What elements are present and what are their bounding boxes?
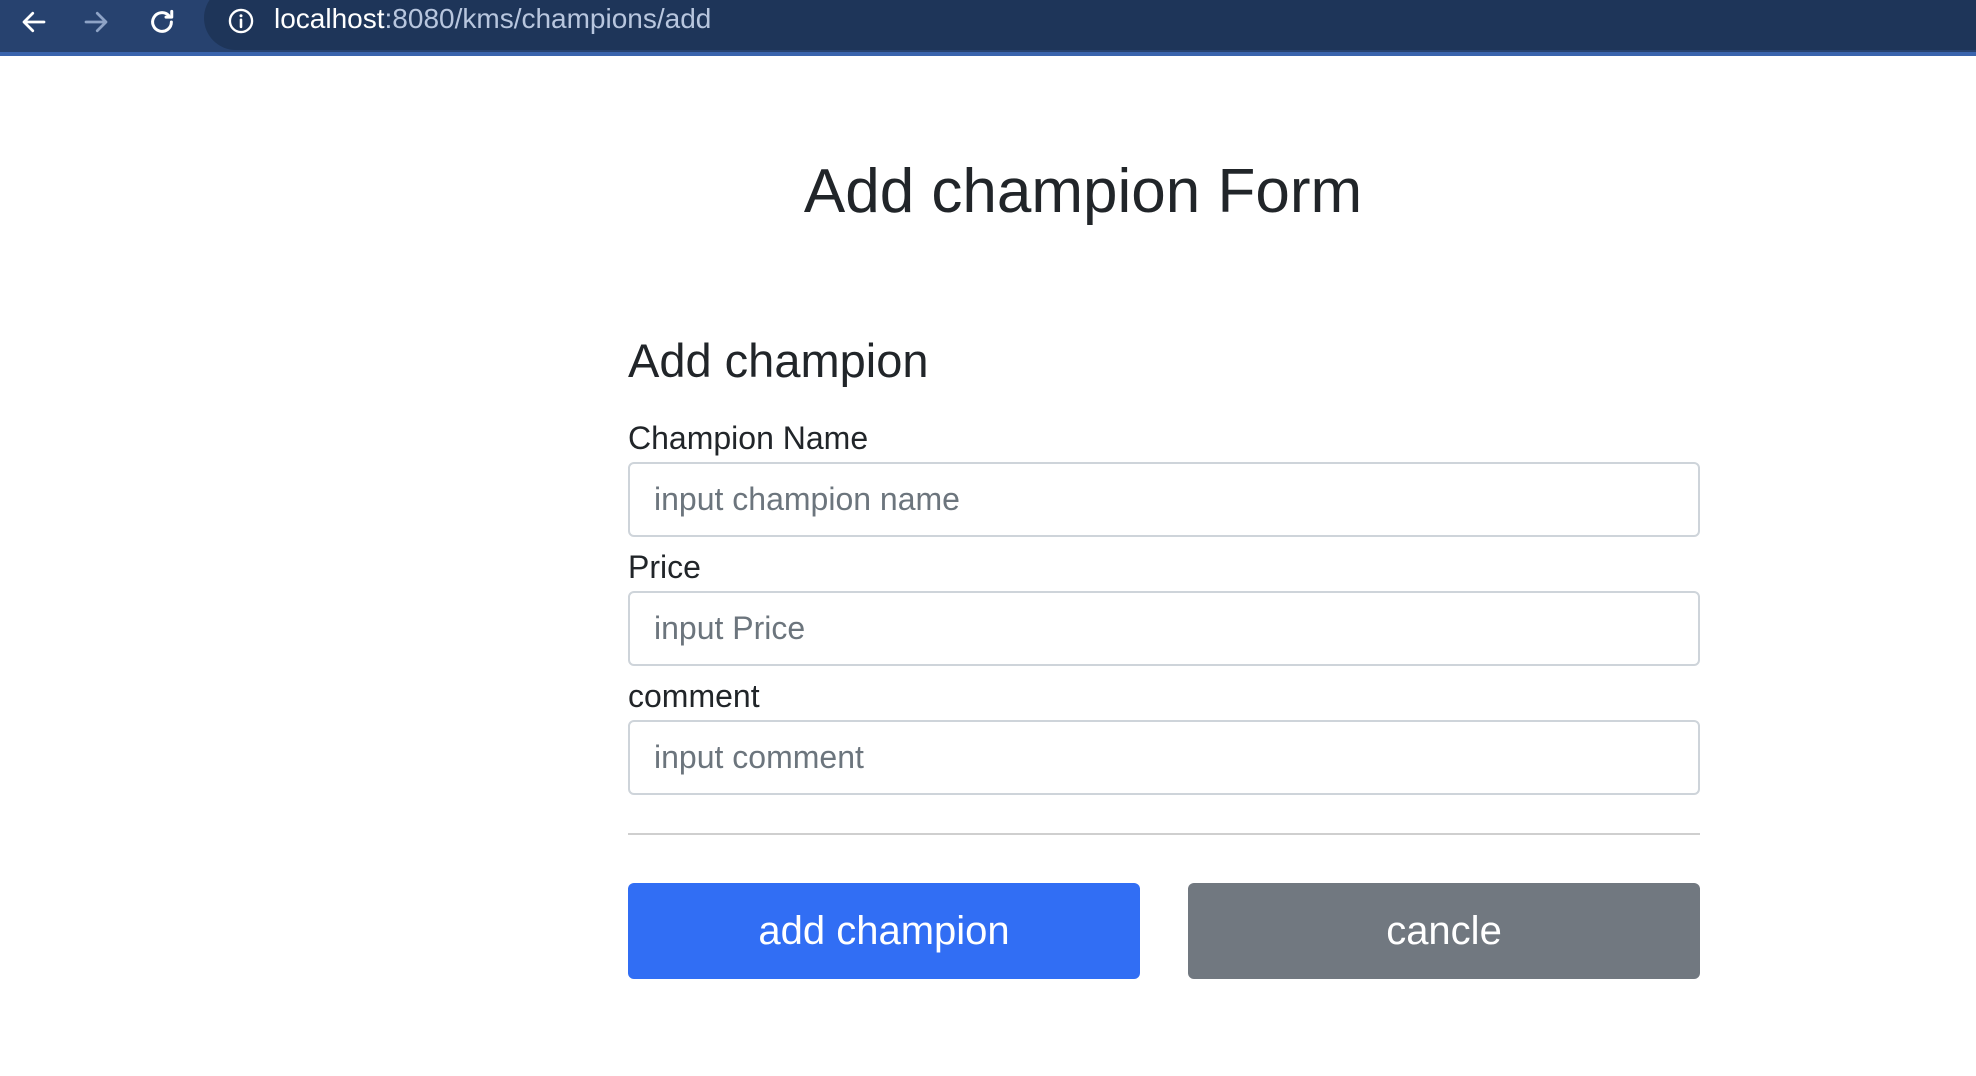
reload-button[interactable] (144, 4, 180, 40)
url-path: :8080/kms/champions/add (384, 3, 712, 34)
url-host: localhost (274, 3, 385, 34)
form-divider (628, 833, 1700, 835)
browser-toolbar: localhost:8080/kms/champions/add (0, 0, 1976, 56)
arrow-left-icon (22, 11, 46, 33)
form-actions: add champion cancle (628, 883, 1700, 979)
comment-label: comment (628, 678, 760, 714)
arrow-right-icon (84, 11, 108, 33)
comment-input[interactable] (628, 720, 1700, 795)
site-info-button[interactable] (226, 6, 256, 36)
reload-icon (151, 9, 174, 33)
page-title: Add champion Form (803, 157, 1363, 226)
price-input[interactable] (628, 591, 1700, 666)
champion-name-input[interactable] (628, 462, 1700, 537)
info-icon (228, 8, 254, 34)
champion-name-label: Champion Name (628, 420, 869, 456)
url-text[interactable]: localhost:8080/kms/champions/add (274, 2, 711, 36)
add-champion-button[interactable]: add champion (628, 883, 1140, 979)
back-button[interactable] (16, 4, 52, 40)
cancel-button[interactable]: cancle (1188, 883, 1700, 979)
price-label: Price (628, 549, 701, 585)
add-champion-form: Add champion Champion Name Price comment… (628, 330, 1700, 979)
form-heading: Add champion (628, 334, 929, 387)
forward-button[interactable] (78, 4, 114, 40)
